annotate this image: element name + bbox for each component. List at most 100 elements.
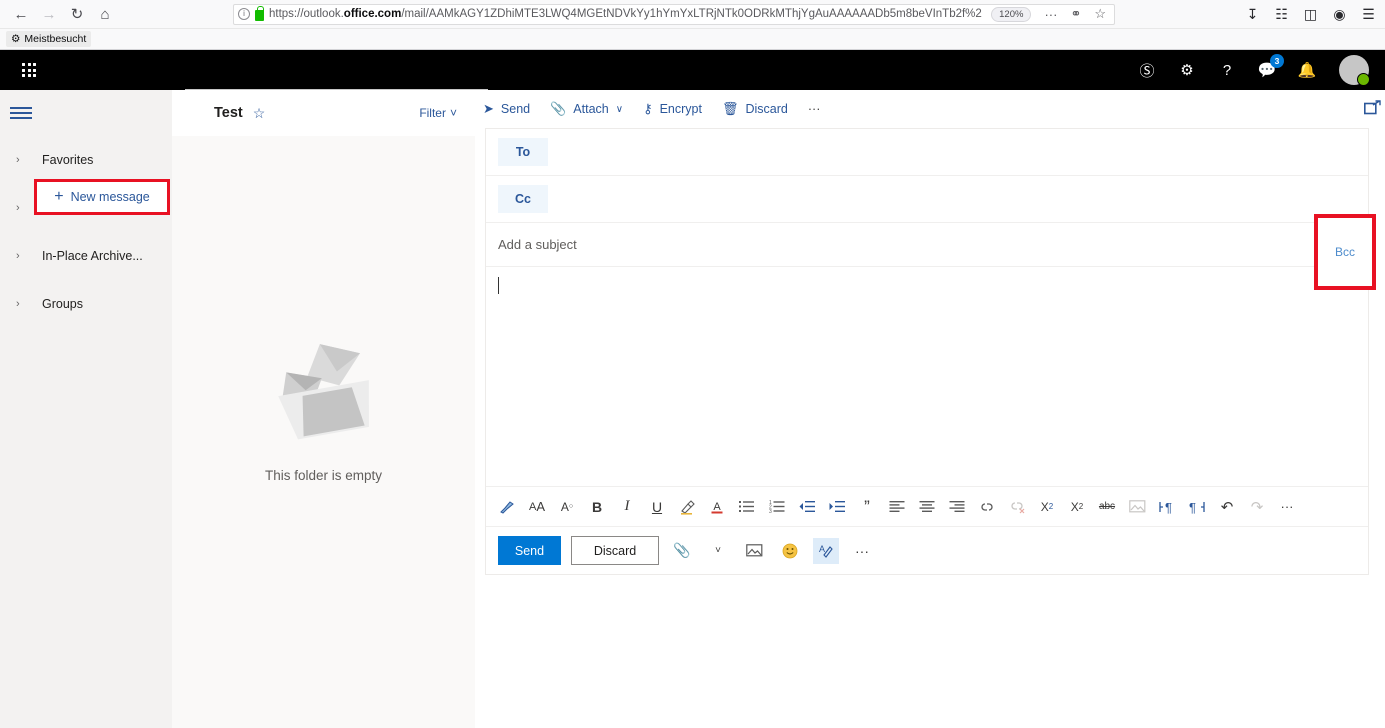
page-title: Test bbox=[214, 105, 243, 121]
url-text: https://outlook.office.com/mail/AAMkAGY1… bbox=[269, 8, 982, 20]
download-icon[interactable]: ↧ bbox=[1244, 6, 1261, 23]
highlight-icon[interactable] bbox=[672, 493, 702, 521]
underline-icon[interactable]: U bbox=[642, 493, 672, 521]
nav-toggle-icon[interactable] bbox=[10, 107, 32, 118]
remove-link-icon[interactable] bbox=[1002, 493, 1032, 521]
message-list-pane: Test ☆ Filter ˅ This folder is empty bbox=[172, 90, 475, 728]
message-body[interactable] bbox=[486, 267, 1368, 486]
cc-row[interactable]: Cc bbox=[486, 176, 1368, 223]
home-icon[interactable]: ⌂ bbox=[92, 1, 118, 27]
more-formatting-icon[interactable]: ··· bbox=[1272, 493, 1302, 521]
bold-icon[interactable]: B bbox=[582, 493, 612, 521]
help-icon[interactable]: ? bbox=[1217, 60, 1237, 80]
ellipsis-icon[interactable]: ··· bbox=[1040, 7, 1061, 22]
svg-text:A: A bbox=[713, 501, 721, 513]
insert-link-icon[interactable] bbox=[972, 493, 1002, 521]
more-actions-icon[interactable]: ··· bbox=[849, 538, 875, 564]
gear-icon[interactable]: ⚙ bbox=[1177, 60, 1197, 80]
site-info-icon[interactable]: i bbox=[238, 8, 250, 20]
encrypt-toolbar-button[interactable]: ⚷ Encrypt bbox=[643, 101, 702, 117]
compose-toolbar: ➤ Send 📎 Attach ∨ ⚷ Encrypt 🗑 Discard ··… bbox=[475, 90, 1385, 128]
attach-toolbar-button[interactable]: 📎 Attach ∨ bbox=[550, 101, 623, 117]
emoji-icon[interactable] bbox=[777, 538, 803, 564]
hamburger-menu-icon[interactable]: ☰ bbox=[1360, 6, 1377, 23]
send-button[interactable]: Send bbox=[498, 536, 561, 565]
new-message-label: New message bbox=[71, 190, 150, 204]
url-bar-wrap: i https://outlook.office.com/mail/AAMkAG… bbox=[120, 4, 1228, 25]
discard-button[interactable]: Discard bbox=[571, 536, 659, 565]
bell-icon[interactable]: 🔔 bbox=[1297, 60, 1317, 80]
outlook-body: › Favorites › Folders › In-Place Archive… bbox=[0, 90, 1385, 728]
subscript-icon[interactable]: X2 bbox=[1062, 493, 1092, 521]
shield-icon[interactable]: ⚭ bbox=[1066, 6, 1085, 22]
to-label[interactable]: To bbox=[498, 138, 548, 166]
insert-picture-icon[interactable] bbox=[741, 538, 767, 564]
svg-text:¶: ¶ bbox=[1165, 500, 1172, 514]
cc-label[interactable]: Cc bbox=[498, 185, 548, 213]
plus-icon: + bbox=[54, 188, 63, 206]
signature-icon[interactable]: A bbox=[813, 538, 839, 564]
send-bar: Send Discard 📎 ˅ A ··· bbox=[486, 526, 1368, 574]
format-painter-icon[interactable] bbox=[492, 493, 522, 521]
increase-indent-icon[interactable] bbox=[822, 493, 852, 521]
url-prefix: https://outlook. bbox=[269, 8, 344, 20]
chat-icon[interactable]: 💬 3 bbox=[1257, 60, 1277, 80]
send-toolbar-button[interactable]: ➤ Send bbox=[483, 101, 530, 117]
undo-icon[interactable]: ↶ bbox=[1212, 493, 1242, 521]
attach-chevron-icon[interactable]: ˅ bbox=[705, 538, 731, 564]
url-path: /mail/AAMkAGY1ZDhiMTE3LWQ4MGEtNDVkYy1hYm… bbox=[401, 8, 982, 20]
favorite-star-icon[interactable]: ☆ bbox=[253, 105, 266, 122]
superscript-icon[interactable]: X2 bbox=[1032, 493, 1062, 521]
bcc-button-highlight[interactable]: Bcc bbox=[1314, 214, 1376, 290]
send-arrow-icon: ➤ bbox=[483, 101, 494, 117]
sidebar-icon[interactable]: ◫ bbox=[1302, 6, 1319, 23]
sidebar-item-groups[interactable]: › Groups bbox=[0, 280, 172, 328]
library-icon[interactable]: ☷ bbox=[1273, 6, 1290, 23]
reload-icon[interactable]: ↻ bbox=[64, 1, 90, 27]
browser-nav-bar: ← → ↻ ⌂ i https://outlook.office.com/mai… bbox=[0, 0, 1385, 29]
discard-toolbar-button[interactable]: 🗑 Discard bbox=[722, 101, 788, 117]
bookmark-item[interactable]: ⚙ Meistbesucht bbox=[6, 31, 91, 47]
back-arrow-icon[interactable]: ← bbox=[8, 1, 34, 27]
avatar[interactable] bbox=[1339, 55, 1369, 85]
new-message-button[interactable]: + New message bbox=[34, 179, 170, 215]
decrease-indent-icon[interactable] bbox=[792, 493, 822, 521]
pop-out-icon[interactable] bbox=[1364, 100, 1381, 119]
rtl-direction-icon[interactable]: ¶ bbox=[1182, 493, 1212, 521]
app-launcher-icon[interactable] bbox=[12, 53, 46, 87]
subject-row[interactable]: Add a subject bbox=[486, 223, 1368, 267]
sidebar-item-favorites[interactable]: › Favorites bbox=[0, 136, 172, 184]
bookmark-star-icon[interactable]: ☆ bbox=[1090, 6, 1110, 22]
sidebar-item-label: In-Place Archive... bbox=[42, 249, 143, 263]
address-bar[interactable]: i https://outlook.office.com/mail/AAMkAG… bbox=[233, 4, 1115, 25]
skype-icon[interactable]: Ⓢ bbox=[1137, 60, 1157, 80]
font-size-icon[interactable]: A○ bbox=[552, 493, 582, 521]
font-icon[interactable]: AA bbox=[522, 493, 552, 521]
filter-button[interactable]: Filter ˅ bbox=[419, 106, 457, 120]
forward-arrow-icon[interactable]: → bbox=[36, 1, 62, 27]
url-domain: office.com bbox=[344, 8, 402, 20]
strikethrough-icon[interactable]: abc bbox=[1092, 493, 1122, 521]
italic-icon[interactable]: I bbox=[612, 493, 642, 521]
redo-icon[interactable]: ↷ bbox=[1242, 493, 1272, 521]
insert-image-icon[interactable] bbox=[1122, 493, 1152, 521]
zoom-level-badge[interactable]: 120% bbox=[991, 7, 1031, 22]
more-options-label: ··· bbox=[808, 102, 821, 116]
to-row[interactable]: To Bcc bbox=[486, 129, 1368, 176]
font-color-icon[interactable]: A bbox=[702, 493, 732, 521]
quote-icon[interactable]: ” bbox=[852, 493, 882, 521]
ltr-direction-icon[interactable]: ¶ bbox=[1152, 493, 1182, 521]
bulleted-list-icon[interactable] bbox=[732, 493, 762, 521]
svg-text:3: 3 bbox=[769, 509, 772, 513]
align-right-icon[interactable] bbox=[942, 493, 972, 521]
attach-toolbar-label: Attach bbox=[573, 102, 608, 116]
align-center-icon[interactable] bbox=[912, 493, 942, 521]
sidebar-item-in-place-archive[interactable]: › In-Place Archive... bbox=[0, 232, 172, 280]
account-icon[interactable]: ◉ bbox=[1331, 6, 1348, 23]
bookmark-bar: ⚙ Meistbesucht bbox=[0, 29, 1385, 50]
numbered-list-icon[interactable]: 123 bbox=[762, 493, 792, 521]
attach-clip-icon[interactable]: 📎 bbox=[669, 538, 695, 564]
align-left-icon[interactable] bbox=[882, 493, 912, 521]
more-options-icon[interactable]: ··· bbox=[808, 102, 821, 116]
compose-pane: ➤ Send 📎 Attach ∨ ⚷ Encrypt 🗑 Discard ··… bbox=[475, 90, 1385, 728]
